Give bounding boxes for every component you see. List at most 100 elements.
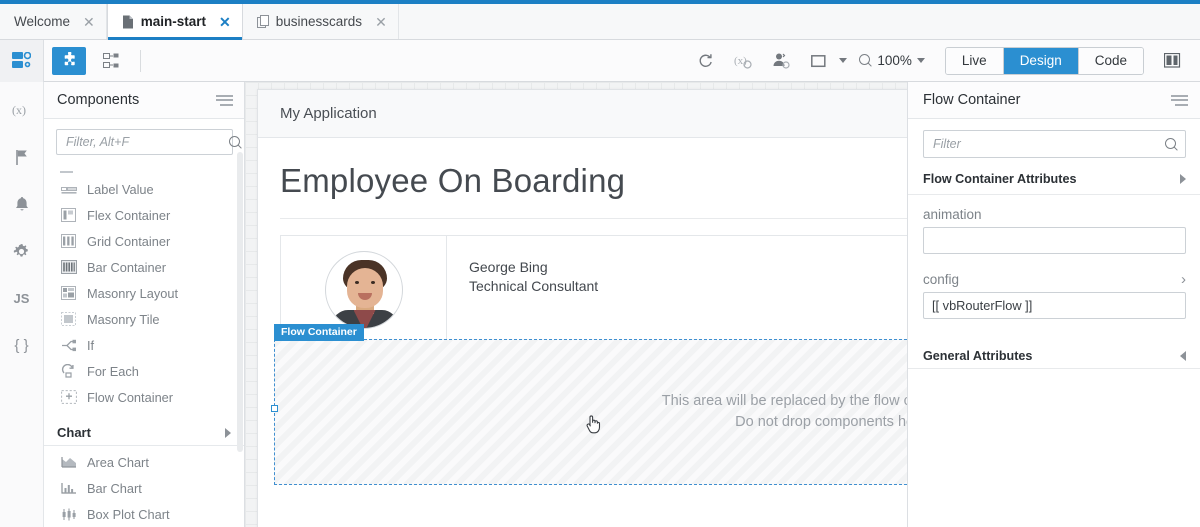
list-item-partial[interactable] bbox=[44, 163, 244, 176]
close-icon[interactable]: ✕ bbox=[375, 15, 387, 29]
app-bar-title: My Application bbox=[280, 105, 377, 122]
left-icon-rail: (x) JS { } bbox=[0, 82, 44, 527]
tab-businesscards[interactable]: businesscards ✕ bbox=[243, 4, 399, 39]
animation-input[interactable] bbox=[923, 227, 1186, 254]
section-flow-container-attributes[interactable]: Flow Container Attributes bbox=[908, 168, 1200, 195]
field-label-text: animation bbox=[923, 207, 982, 222]
tab-welcome[interactable]: Welcome ✕ bbox=[0, 4, 107, 39]
hamburger-icon[interactable] bbox=[1171, 94, 1188, 106]
zoom-level-label: 100% bbox=[877, 53, 912, 68]
components-filter-input[interactable] bbox=[66, 135, 229, 149]
viewport-chevron-down-icon[interactable] bbox=[839, 58, 848, 63]
mode-design-button[interactable]: Design bbox=[1003, 47, 1079, 74]
flow-message-line-1: This area will be replaced by the flow c… bbox=[661, 392, 907, 409]
component-item-label: Bar Chart bbox=[87, 480, 142, 496]
hamburger-icon[interactable] bbox=[216, 94, 233, 106]
properties-filter-wrap bbox=[908, 119, 1200, 168]
field-label-text: config bbox=[923, 272, 960, 287]
box-plot-chart-icon bbox=[60, 507, 77, 522]
component-item-grid-container[interactable]: Grid Container bbox=[44, 228, 244, 254]
variables-icon[interactable]: (x) bbox=[725, 47, 761, 75]
refresh-icon[interactable] bbox=[687, 47, 723, 75]
rail-item-json[interactable]: { } bbox=[8, 333, 36, 357]
components-panel-header: Components bbox=[44, 82, 244, 119]
component-item-label: For Each bbox=[87, 363, 139, 379]
gear-icon[interactable] bbox=[8, 239, 36, 263]
component-item-bar-container[interactable]: Bar Container bbox=[44, 254, 244, 280]
component-item-area-chart[interactable]: Area Chart bbox=[44, 449, 244, 475]
flag-icon[interactable] bbox=[8, 145, 36, 169]
properties-filter-box[interactable] bbox=[923, 130, 1186, 158]
properties-panel-title: Flow Container bbox=[923, 92, 1021, 108]
tab-label: Welcome bbox=[14, 14, 71, 29]
close-icon[interactable]: ✕ bbox=[219, 15, 231, 29]
zoom-chevron-down-icon[interactable] bbox=[916, 58, 925, 63]
component-item-label: Label Value bbox=[87, 181, 154, 197]
component-item-label-value[interactable]: Label Value bbox=[44, 176, 244, 202]
components-panel: Components Label Value Flex Contain bbox=[44, 82, 245, 527]
design-canvas[interactable]: My Application Employee On Boarding Geor… bbox=[245, 82, 907, 527]
component-item-label: Masonry Tile bbox=[87, 311, 160, 327]
branch-icon bbox=[60, 338, 77, 353]
properties-filter-input[interactable] bbox=[933, 137, 1165, 151]
component-item-flow-container[interactable]: Flow Container bbox=[44, 384, 244, 410]
page-layout-icon[interactable] bbox=[0, 39, 44, 82]
resize-handle[interactable] bbox=[271, 405, 278, 412]
flex-container-icon bbox=[60, 208, 77, 223]
component-item-box-plot-chart[interactable]: Box Plot Chart bbox=[44, 501, 244, 527]
svg-text:(x): (x) bbox=[12, 103, 26, 117]
structure-toggle-button[interactable] bbox=[94, 47, 128, 75]
component-item-flex-container[interactable]: Flex Container bbox=[44, 202, 244, 228]
components-scrollbar[interactable] bbox=[237, 152, 243, 452]
component-item-for-each[interactable]: For Each bbox=[44, 358, 244, 384]
grid-container-icon bbox=[60, 234, 77, 249]
masonry-tile-icon bbox=[60, 312, 77, 327]
section-general-attributes[interactable]: General Attributes bbox=[908, 343, 1200, 369]
components-toggle-button[interactable] bbox=[52, 46, 86, 75]
close-icon[interactable]: ✕ bbox=[83, 15, 95, 29]
zoom-control[interactable]: 100% bbox=[849, 53, 931, 68]
rail-item-variables[interactable]: (x) bbox=[8, 98, 36, 122]
properties-panel-header: Flow Container bbox=[908, 82, 1200, 119]
tab-strip: Welcome ✕ main-start ✕ businesscards ✕ bbox=[0, 4, 1200, 40]
component-item-label: Grid Container bbox=[87, 233, 171, 249]
mode-live-button[interactable]: Live bbox=[945, 47, 1004, 74]
tab-label: businesscards bbox=[275, 14, 363, 29]
rectangle-icon[interactable] bbox=[801, 47, 837, 75]
pointer-hand-cursor bbox=[585, 414, 601, 434]
component-group-chart[interactable]: Chart bbox=[44, 420, 244, 446]
bell-icon[interactable] bbox=[8, 192, 36, 216]
tab-main-start[interactable]: main-start ✕ bbox=[106, 4, 243, 40]
application-window: Welcome ✕ main-start ✕ businesscards ✕ (… bbox=[0, 0, 1200, 527]
triangle-left-icon[interactable] bbox=[1180, 350, 1186, 361]
user-context-icon[interactable] bbox=[763, 47, 799, 75]
employee-name: George Bing bbox=[469, 259, 548, 275]
component-item-label: Flex Container bbox=[87, 207, 171, 223]
component-item-masonry-tile[interactable]: Masonry Tile bbox=[44, 306, 244, 332]
triangle-right-icon[interactable] bbox=[225, 427, 231, 438]
field-config: config › [[ vbRouterFlow ]] bbox=[908, 254, 1200, 319]
label-value-icon bbox=[60, 182, 77, 197]
triangle-right-icon[interactable] bbox=[1180, 174, 1186, 184]
component-item-masonry-layout[interactable]: Masonry Layout bbox=[44, 280, 244, 306]
right-panel-icon[interactable] bbox=[1154, 47, 1190, 75]
document-icon bbox=[122, 15, 134, 29]
flow-container-icon bbox=[60, 390, 77, 405]
component-item-label: Flow Container bbox=[87, 389, 174, 405]
employee-card[interactable]: George Bing Technical Consultant bbox=[280, 235, 907, 345]
chevron-right-icon[interactable]: › bbox=[1181, 272, 1186, 287]
mode-switcher: Live Design Code bbox=[944, 46, 1144, 75]
components-filter-box[interactable] bbox=[56, 129, 240, 155]
flow-container-dropzone[interactable]: This area will be replaced by the flow c… bbox=[271, 339, 907, 485]
config-input[interactable]: [[ vbRouterFlow ]] bbox=[923, 292, 1186, 319]
component-item-if[interactable]: If bbox=[44, 332, 244, 358]
search-icon[interactable] bbox=[1165, 137, 1178, 151]
component-item-bar-chart[interactable]: Bar Chart bbox=[44, 475, 244, 501]
flow-container-badge[interactable]: Flow Container bbox=[274, 324, 364, 341]
component-item-label: Bar Container bbox=[87, 259, 166, 275]
field-animation: animation bbox=[908, 197, 1200, 254]
component-item-label: Masonry Layout bbox=[87, 285, 179, 301]
toolbar-separator bbox=[140, 49, 141, 72]
rail-item-javascript[interactable]: JS bbox=[8, 286, 36, 310]
mode-code-button[interactable]: Code bbox=[1078, 47, 1143, 74]
